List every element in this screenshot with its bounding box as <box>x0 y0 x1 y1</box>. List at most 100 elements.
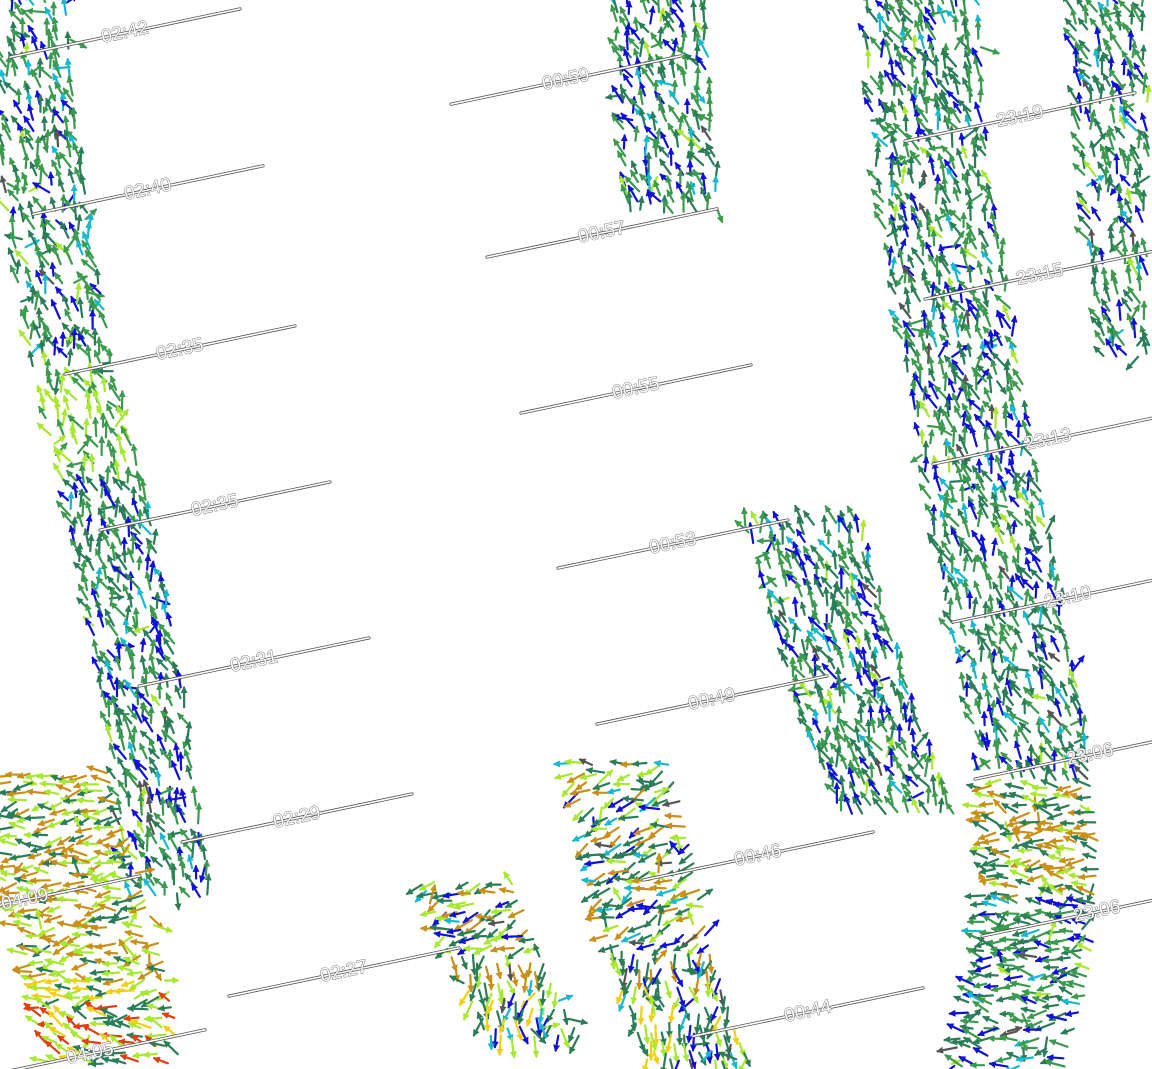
wind-vector-arrow <box>878 705 886 724</box>
wind-vector-arrow <box>1053 573 1061 591</box>
wind-vector-arrow <box>997 921 1017 930</box>
wind-vector-arrow <box>971 820 989 832</box>
wind-vector-arrow <box>110 601 126 618</box>
wind-vector-arrow <box>922 96 930 114</box>
wind-vector-arrow <box>1125 264 1132 284</box>
wind-vector-arrow <box>914 732 929 749</box>
wind-vector-arrow <box>604 817 618 827</box>
wind-vector-arrow <box>124 573 141 590</box>
wind-vector-arrow <box>1042 865 1066 873</box>
wind-vector-arrow <box>674 908 690 916</box>
wind-vector-arrow <box>900 0 913 5</box>
wind-vector-arrow <box>18 329 32 347</box>
wind-vector-arrow <box>942 585 950 601</box>
wind-vector-arrow <box>90 924 108 932</box>
wind-vector-arrow <box>1000 881 1018 889</box>
wind-vector-arrow <box>969 426 978 448</box>
wind-vector-arrow <box>965 973 981 982</box>
wind-vector-arrow <box>14 249 29 265</box>
wind-vector-arrow <box>982 308 992 328</box>
wind-vector-arrow <box>900 165 908 184</box>
wind-vector-arrow <box>682 1042 690 1062</box>
wind-vector-arrow <box>137 587 147 609</box>
wind-vector-arrow <box>137 793 145 816</box>
wind-vector-arrow <box>976 260 984 275</box>
wind-vector-arrow <box>755 556 763 572</box>
wind-vector-arrow <box>979 46 1000 55</box>
wind-vector-arrow <box>1089 140 1097 158</box>
wind-vector-arrow <box>958 671 966 691</box>
wind-vector-arrow <box>704 980 712 998</box>
wind-vector-arrow <box>699 2 707 23</box>
wind-vector-arrow <box>1046 711 1054 727</box>
wind-vector-arrow <box>852 753 860 768</box>
wind-vector-arrow <box>142 1051 158 1059</box>
wind-vector-arrow <box>475 972 483 989</box>
wind-vector-arrow <box>953 995 970 1004</box>
wind-vector-arrow <box>871 131 888 148</box>
wind-vector-arrow <box>496 1034 504 1057</box>
wind-vector-arrow <box>977 88 985 103</box>
wind-vector-arrow <box>777 557 786 580</box>
wind-vector-arrow <box>627 905 648 913</box>
wind-vector-arrow <box>992 229 1000 249</box>
wind-vector-arrow <box>972 1046 989 1057</box>
wind-vector-arrow <box>1105 338 1118 358</box>
wind-vector-arrow <box>24 0 35 6</box>
wind-vector-arrow <box>1044 514 1056 535</box>
wind-vector-arrow <box>34 90 42 106</box>
wind-vector-arrow <box>1085 0 1098 13</box>
wind-vector-arrow <box>979 133 987 150</box>
time-label: 00:55 <box>610 373 661 403</box>
wind-vector-arrow <box>101 960 119 968</box>
time-label: 02:27 <box>318 956 369 986</box>
wind-vector-arrow <box>902 139 910 158</box>
wind-vector-arrow <box>1010 349 1019 364</box>
wind-vector-arrow <box>856 671 863 686</box>
wind-vector-arrow <box>691 24 699 42</box>
wind-vector-arrow <box>0 175 7 194</box>
wind-vector-arrow <box>106 805 122 813</box>
wind-vector-arrow <box>1003 974 1024 982</box>
wind-vector-arrow <box>787 643 800 659</box>
vector-field-map[interactable]: 02:42 02:40 02:35 02:35 02:31 02:29 02:27 00:59… <box>0 0 1152 1069</box>
wind-vector-arrow <box>692 169 704 187</box>
wind-vector-arrow <box>962 579 970 598</box>
wind-vector-arrow <box>1076 706 1084 727</box>
wind-vector-arrow <box>150 694 161 707</box>
wind-vector-arrow <box>946 597 954 619</box>
wind-vector-arrow <box>126 1032 143 1040</box>
wind-vector-arrow <box>460 955 468 970</box>
wind-vector-arrow <box>1144 84 1152 103</box>
wind-vector-arrow <box>126 592 134 608</box>
wind-vector-arrow <box>1026 874 1044 883</box>
wind-vector-arrow <box>642 962 650 984</box>
wind-vector-arrow <box>969 849 989 860</box>
wind-vector-arrow <box>703 919 720 937</box>
wind-vector-arrow <box>178 886 191 898</box>
wind-vector-arrow <box>49 261 57 277</box>
time-label: 23:19 <box>994 101 1045 131</box>
wind-vector-arrow <box>963 28 972 51</box>
wind-vector-arrow <box>71 871 92 879</box>
wind-vector-arrow <box>44 129 52 149</box>
wind-vector-arrow <box>1052 901 1074 909</box>
wind-vector-arrow <box>1079 149 1087 169</box>
wind-vector-arrow <box>1062 27 1076 42</box>
wind-vector-arrow <box>887 198 896 212</box>
map-canvas: 02:42 02:40 02:35 02:35 02:31 02:29 02:27 00:59… <box>0 0 1152 1069</box>
wind-vector-arrow <box>113 987 136 995</box>
wind-vector-arrow <box>883 69 894 86</box>
wind-vector-arrow <box>941 786 949 806</box>
wind-vector-arrow <box>698 38 710 58</box>
wind-vector-arrow <box>1002 655 1020 671</box>
wind-vector-arrow <box>1115 299 1123 321</box>
wind-vector-arrow <box>928 144 943 152</box>
wind-vector-arrow <box>1039 862 1054 870</box>
wind-vector-arrow <box>24 266 32 283</box>
wind-vector-arrow <box>44 1040 61 1055</box>
wind-vector-arrow <box>0 774 12 778</box>
wind-vector-arrow <box>3 81 18 94</box>
wind-vector-arrow <box>810 544 824 561</box>
wind-vector-arrow <box>897 9 914 24</box>
